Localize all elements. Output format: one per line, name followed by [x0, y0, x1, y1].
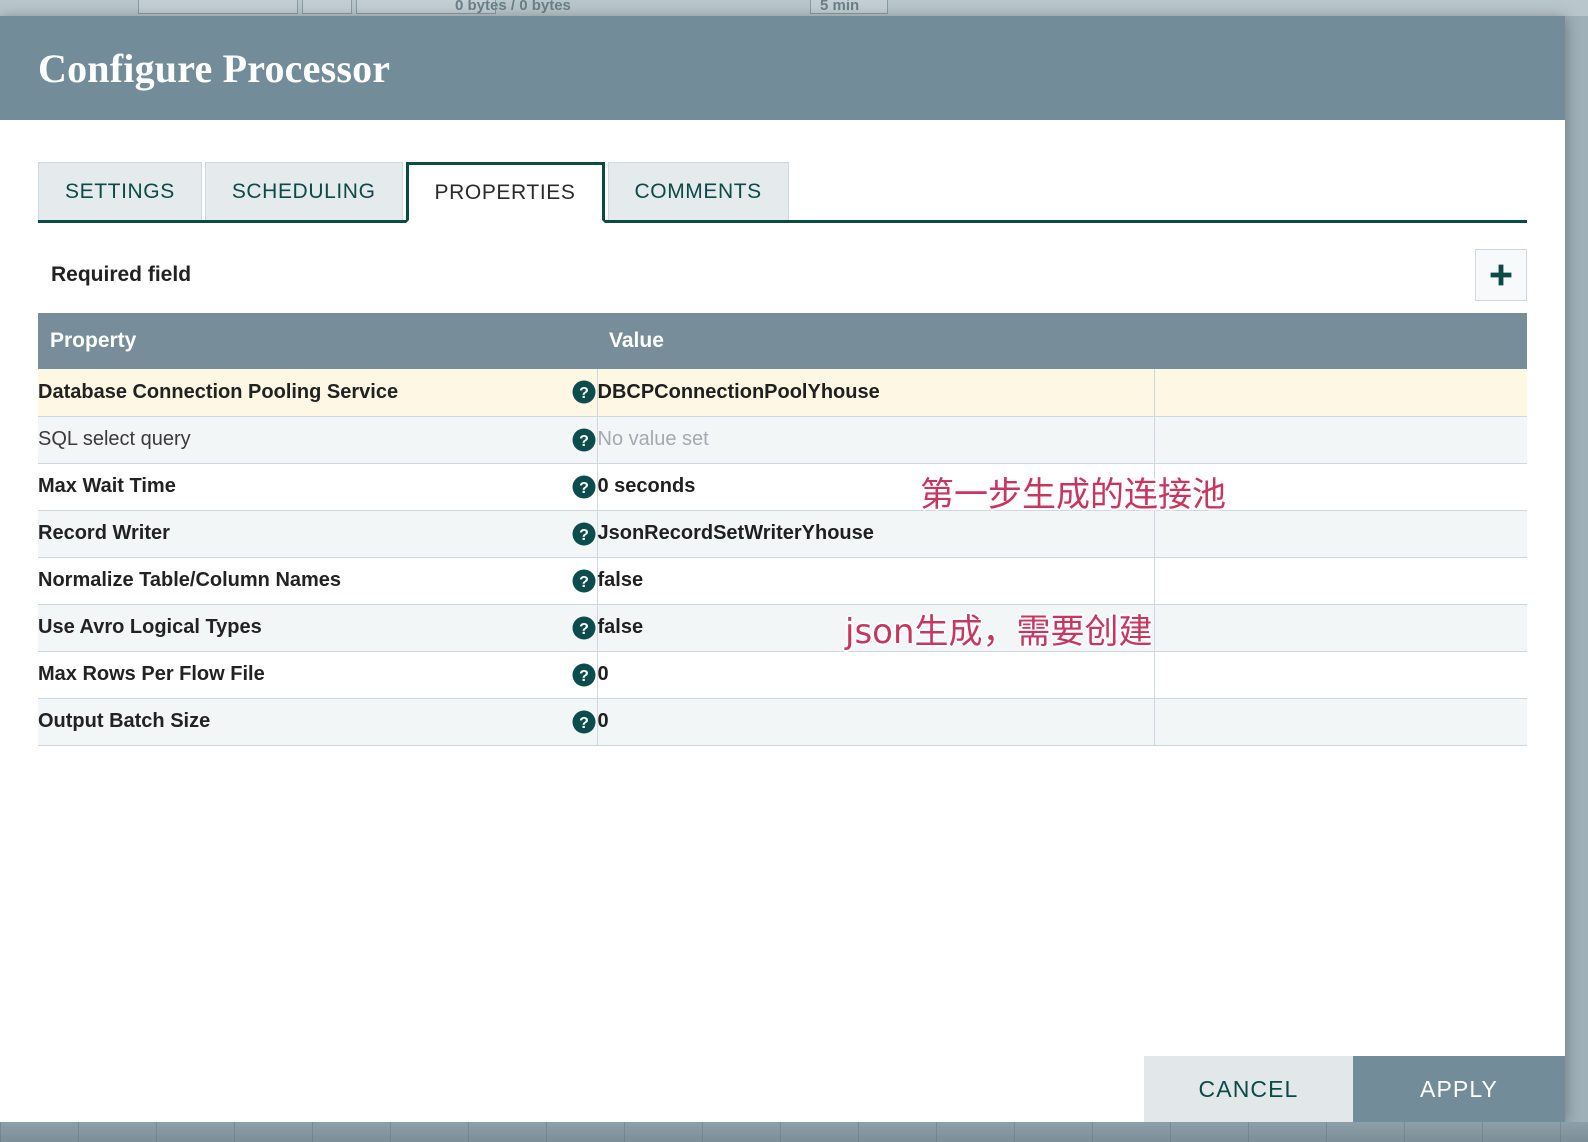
help-circle-icon[interactable]: ? — [571, 568, 597, 594]
properties-toolbar: Required field — [38, 249, 1527, 301]
backdrop-bytes-text: 0 bytes / 0 bytes — [455, 0, 571, 14]
property-cell[interactable]: SQL select query? — [38, 416, 598, 464]
property-name: Record Writer — [38, 522, 170, 544]
backdrop-box — [302, 0, 352, 14]
table-row[interactable]: SQL select query? No value set — [38, 416, 1527, 464]
table-row[interactable]: Max Wait Time? 0 seconds — [38, 463, 1527, 511]
tab-settings-label: SETTINGS — [65, 179, 175, 203]
status-bar-grid — [0, 1122, 1588, 1142]
property-cell[interactable]: Output Batch Size? — [38, 698, 598, 746]
help-circle-icon[interactable]: ? — [571, 709, 597, 735]
property-name: Use Avro Logical Types — [38, 616, 262, 638]
value-overflow-cell — [1154, 698, 1527, 746]
dialog-header: Configure Processor — [0, 16, 1565, 120]
column-header-property: Property — [38, 313, 597, 369]
value-overflow-cell — [1154, 369, 1527, 417]
help-circle-icon[interactable]: ? — [571, 427, 597, 453]
status-bar — [0, 1122, 1588, 1142]
table-row[interactable]: Record Writer? JsonRecordSetWriterYhouse — [38, 510, 1527, 558]
backdrop-status-strip: 0 bytes / 0 bytes 5 min — [0, 0, 1588, 16]
property-name: Output Batch Size — [38, 710, 211, 732]
table-row[interactable]: Database Connection Pooling Service? DBCP… — [38, 369, 1527, 417]
tab-properties[interactable]: PROPERTIES — [405, 162, 605, 223]
svg-text:?: ? — [579, 385, 589, 402]
help-circle-icon[interactable]: ? — [571, 474, 597, 500]
required-field-label: Required field — [51, 263, 192, 286]
cancel-button[interactable]: CANCEL — [1144, 1056, 1353, 1122]
value-cell[interactable]: DBCPConnectionPoolYhouse — [597, 369, 1155, 417]
property-value: 0 seconds — [597, 475, 696, 497]
page-title: Configure Processor — [38, 45, 391, 91]
value-cell[interactable]: 0 — [597, 651, 1155, 699]
tab-comments-label: COMMENTS — [634, 179, 762, 203]
backdrop-box — [138, 0, 298, 14]
tab-scheduling[interactable]: SCHEDULING — [204, 162, 403, 220]
help-circle-icon[interactable]: ? — [571, 379, 597, 405]
dialog-body: SETTINGS SCHEDULING PROPERTIES COMMENTS … — [0, 120, 1565, 1122]
property-name: SQL select query — [38, 428, 191, 450]
dialog-footer: CANCEL APPLY — [1144, 1056, 1565, 1122]
value-overflow-cell — [1154, 416, 1527, 464]
value-overflow-cell — [1154, 463, 1527, 511]
table-row[interactable]: Output Batch Size? 0 — [38, 698, 1527, 746]
svg-text:?: ? — [579, 668, 589, 685]
help-circle-icon[interactable]: ? — [571, 521, 597, 547]
tab-settings[interactable]: SETTINGS — [38, 162, 202, 220]
tab-scheduling-label: SCHEDULING — [231, 179, 376, 203]
value-cell[interactable]: No value set — [597, 416, 1155, 464]
apply-button-label: APPLY — [1420, 1075, 1498, 1102]
svg-text:?: ? — [579, 433, 589, 450]
tab-properties-label: PROPERTIES — [434, 180, 576, 204]
property-value: JsonRecordSetWriterYhouse — [597, 522, 874, 544]
cancel-button-label: CANCEL — [1198, 1075, 1299, 1102]
plus-icon — [1490, 264, 1512, 286]
value-overflow-cell — [1154, 604, 1527, 652]
table-row[interactable]: Use Avro Logical Types? false — [38, 604, 1527, 652]
property-value: false — [597, 616, 644, 638]
table-body: Database Connection Pooling Service? DBCP… — [38, 369, 1527, 746]
svg-text:?: ? — [579, 715, 589, 732]
property-table: Property Value Database Connection Pooli… — [38, 313, 1527, 746]
value-overflow-cell — [1154, 557, 1527, 605]
help-circle-icon[interactable]: ? — [571, 615, 597, 641]
value-overflow-cell — [1154, 651, 1527, 699]
property-cell[interactable]: Max Wait Time? — [38, 463, 598, 511]
property-value: false — [597, 569, 644, 591]
svg-text:?: ? — [579, 574, 589, 591]
property-cell[interactable]: Database Connection Pooling Service? — [38, 369, 598, 417]
svg-text:?: ? — [579, 527, 589, 544]
svg-text:?: ? — [579, 480, 589, 497]
property-name: Database Connection Pooling Service — [38, 380, 399, 403]
property-cell[interactable]: Max Rows Per Flow File? — [38, 651, 598, 699]
property-cell[interactable]: Record Writer? — [38, 510, 598, 558]
tab-comments[interactable]: COMMENTS — [607, 162, 789, 220]
value-overflow-cell — [1154, 510, 1527, 558]
help-circle-icon[interactable]: ? — [571, 662, 597, 688]
property-value: 0 — [597, 663, 609, 685]
configure-processor-dialog: Configure Processor SETTINGS SCHEDULING … — [0, 16, 1565, 1122]
apply-button[interactable]: APPLY — [1353, 1056, 1565, 1122]
property-value: DBCPConnectionPoolYhouse — [597, 380, 880, 403]
property-name: Max Wait Time — [38, 475, 176, 497]
property-cell[interactable]: Use Avro Logical Types? — [38, 604, 598, 652]
backdrop-duration-text: 5 min — [820, 0, 860, 14]
tab-bar: SETTINGS SCHEDULING PROPERTIES COMMENTS — [38, 162, 1527, 223]
column-header-spacer — [1154, 313, 1527, 369]
table-header-row: Property Value — [38, 313, 1527, 369]
svg-text:?: ? — [579, 621, 589, 638]
value-cell[interactable]: false — [597, 557, 1155, 605]
value-cell[interactable]: false — [597, 604, 1155, 652]
property-name: Max Rows Per Flow File — [38, 663, 265, 685]
add-property-button[interactable] — [1475, 249, 1527, 301]
property-value: No value set — [597, 428, 709, 450]
table-row[interactable]: Normalize Table/Column Names? false — [38, 557, 1527, 605]
property-name: Normalize Table/Column Names — [38, 569, 342, 591]
value-cell[interactable]: 0 seconds — [597, 463, 1155, 511]
table-row[interactable]: Max Rows Per Flow File? 0 — [38, 651, 1527, 699]
value-cell[interactable]: JsonRecordSetWriterYhouse — [597, 510, 1155, 558]
property-value: 0 — [597, 710, 609, 732]
value-cell[interactable]: 0 — [597, 698, 1155, 746]
property-cell[interactable]: Normalize Table/Column Names? — [38, 557, 598, 605]
column-header-value: Value — [597, 313, 1154, 369]
